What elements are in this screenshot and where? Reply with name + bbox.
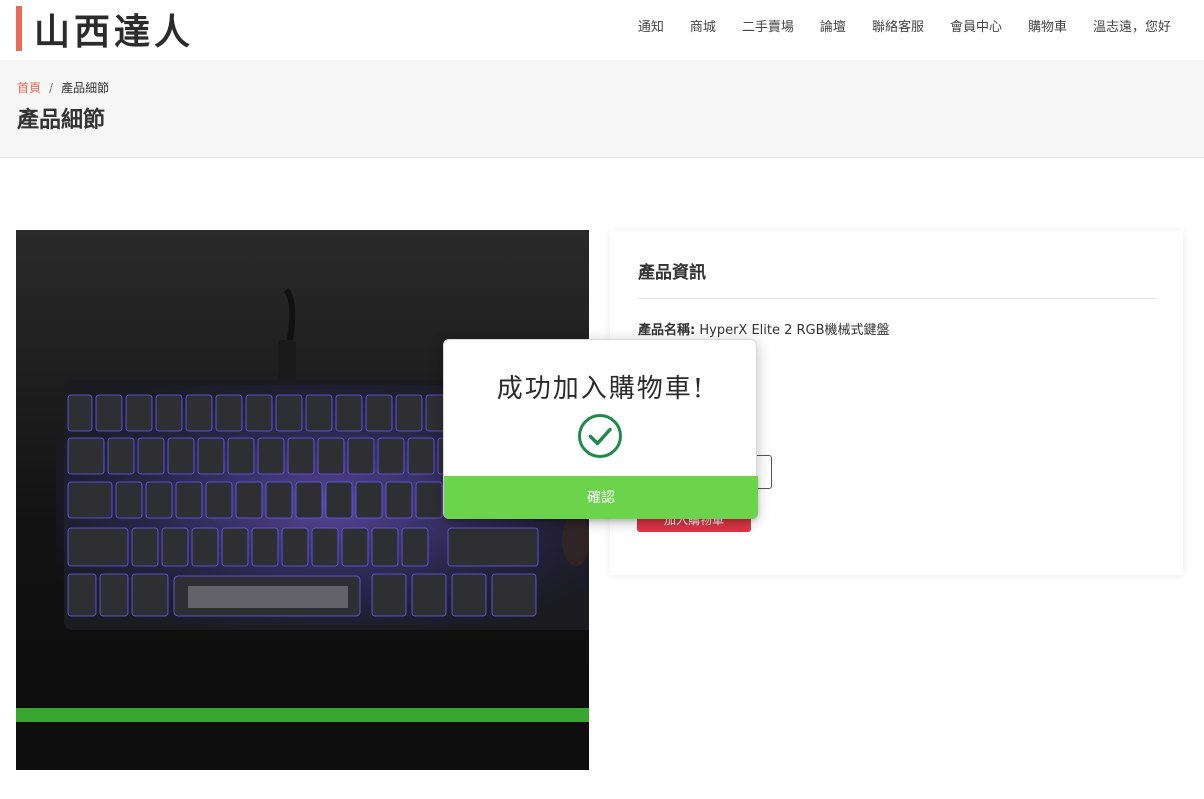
breadcrumb: 首頁 / 產品細節 — [17, 79, 109, 96]
product-info-divider — [638, 298, 1156, 299]
nav-item-forum[interactable]: 論壇 — [807, 19, 859, 37]
product-name-label: 產品名稱: — [638, 323, 696, 338]
nav-item-user-greeting[interactable]: 溫志遠，您好 — [1080, 19, 1184, 37]
nav-item-customer-service[interactable]: 聯絡客服 — [859, 19, 937, 37]
page-title: 產品細節 — [17, 108, 106, 133]
nav-item-member-center[interactable]: 會員中心 — [937, 19, 1015, 37]
logo-accent-bar — [16, 6, 22, 51]
main-nav: 通知 商城 二手賣場 論壇 聯絡客服 會員中心 購物車 溫志遠，您好 — [625, 19, 1184, 37]
site-logo[interactable]: 山西達人 — [16, 6, 194, 53]
breadcrumb-current: 產品細節 — [61, 81, 110, 95]
modal-confirm-button[interactable]: 確認 — [444, 476, 758, 519]
nav-item-notifications[interactable]: 通知 — [625, 19, 677, 37]
product-name-row: 產品名稱: HyperX Elite 2 RGB機械式鍵盤 — [638, 319, 890, 338]
top-navbar: 山西達人 通知 商城 二手賣場 論壇 聯絡客服 會員中心 購物車 溫志遠，您好 — [0, 0, 1204, 60]
breadcrumb-separator: / — [49, 81, 54, 95]
nav-item-shop[interactable]: 商城 — [677, 19, 729, 37]
nav-item-cart[interactable]: 購物車 — [1015, 19, 1080, 37]
modal-title: 成功加入購物車! — [496, 374, 706, 404]
product-name-value: HyperX Elite 2 RGB機械式鍵盤 — [699, 323, 890, 338]
breadcrumb-home-link[interactable]: 首頁 — [17, 81, 41, 95]
product-info-title: 產品資訊 — [638, 263, 706, 283]
page-header: 首頁 / 產品細節 產品細節 — [0, 60, 1204, 158]
logo-text: 山西達人 — [34, 10, 195, 53]
nav-item-second-hand[interactable]: 二手賣場 — [729, 19, 807, 37]
check-circle-icon — [578, 414, 622, 458]
success-modal: 成功加入購物車! 確認 — [443, 339, 758, 519]
